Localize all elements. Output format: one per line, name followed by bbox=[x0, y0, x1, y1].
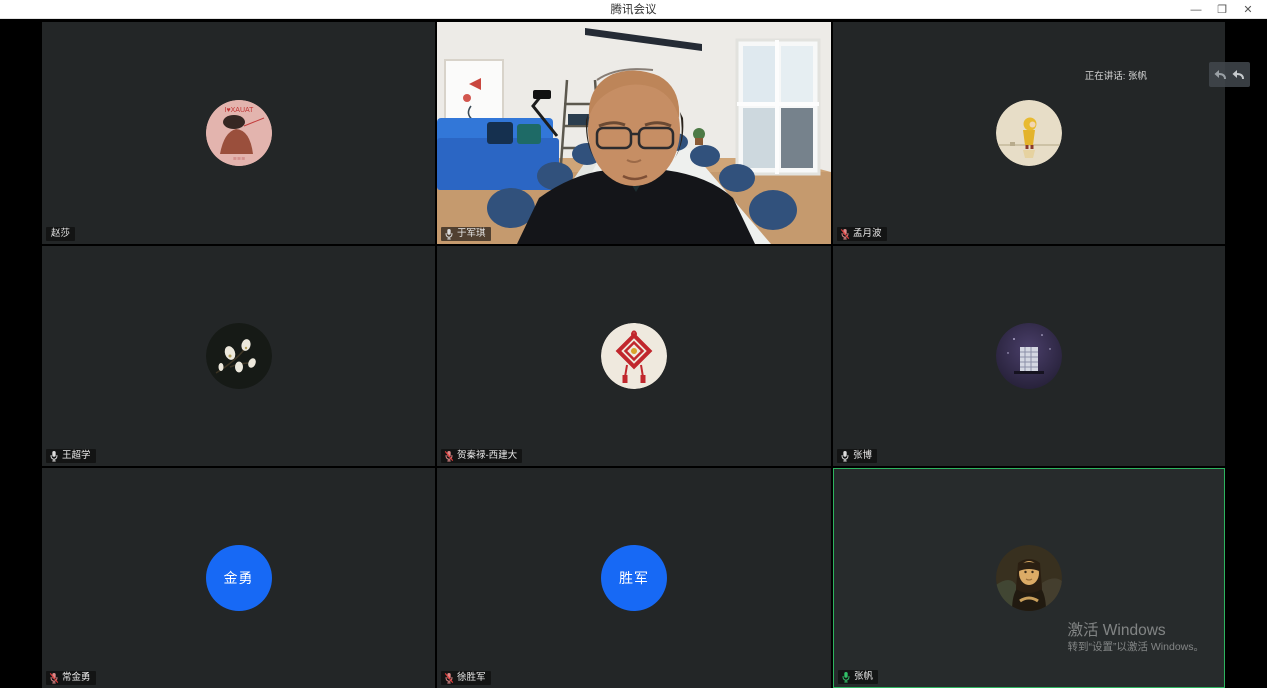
avatar bbox=[996, 100, 1062, 166]
mic-on-icon bbox=[840, 450, 850, 462]
participant-name: 孟月波 bbox=[853, 227, 882, 241]
speaking-indicator: 正在讲话: 张帆 bbox=[1085, 68, 1147, 82]
svg-text:≋≋≋: ≋≋≋ bbox=[232, 156, 245, 162]
mic-on-icon bbox=[444, 228, 454, 240]
participant-tile-xushengjun[interactable]: 胜军 徐胜军 bbox=[437, 468, 831, 688]
svg-text:I♥XAUAT: I♥XAUAT bbox=[224, 107, 254, 114]
participant-tile-zhangbo[interactable]: 张博 bbox=[833, 246, 1225, 466]
participant-name-label: 贺秦禄-西建大 bbox=[441, 449, 522, 463]
maximize-button[interactable]: ❐ bbox=[1209, 0, 1235, 19]
mic-muted-icon bbox=[840, 228, 850, 240]
mic-muted-icon bbox=[444, 450, 454, 462]
participant-grid: I♥XAUAT ≋≋≋ 赵莎 bbox=[42, 22, 1225, 688]
participant-name: 徐胜军 bbox=[457, 671, 486, 685]
participant-name-label: 孟月波 bbox=[837, 227, 887, 241]
avatar bbox=[996, 323, 1062, 389]
participant-name-label: 张博 bbox=[837, 449, 877, 463]
participant-name: 常金勇 bbox=[62, 671, 91, 685]
participant-name: 张帆 bbox=[854, 670, 873, 684]
minimize-button[interactable]: — bbox=[1183, 0, 1209, 19]
initials-avatar: 金勇 bbox=[206, 545, 272, 611]
participant-tile-wangchaoxue[interactable]: 王超学 bbox=[42, 246, 435, 466]
meeting-stage: I♥XAUAT ≋≋≋ 赵莎 bbox=[0, 19, 1267, 688]
mic-muted-icon bbox=[444, 672, 454, 684]
participant-name: 赵莎 bbox=[51, 227, 70, 241]
close-button[interactable]: ✕ bbox=[1235, 0, 1261, 19]
window-title: 腾讯会议 bbox=[611, 1, 657, 17]
avatar bbox=[996, 545, 1062, 611]
activate-windows-watermark: 激活 Windows 转到“设置”以激活 Windows。 bbox=[1067, 621, 1204, 655]
watermark-line1: 激活 Windows bbox=[1067, 621, 1204, 640]
participant-name: 张博 bbox=[853, 449, 872, 463]
mic-on-icon bbox=[49, 450, 59, 462]
participant-name: 王超学 bbox=[62, 449, 91, 463]
window-controls: — ❐ ✕ bbox=[1183, 0, 1261, 19]
participant-name-label: 徐胜军 bbox=[441, 671, 491, 685]
curved-arrow-reply-icon bbox=[1231, 68, 1247, 82]
avatar: 金勇 bbox=[206, 545, 272, 611]
participant-tile-heqinlu[interactable]: 贺秦禄-西建大 bbox=[437, 246, 831, 466]
window-titlebar: 腾讯会议 — ❐ ✕ bbox=[0, 0, 1267, 19]
avatar: 胜军 bbox=[601, 545, 667, 611]
participant-name-label: 于军琪 bbox=[441, 227, 491, 241]
participant-name-label: 赵莎 bbox=[46, 227, 75, 241]
participant-name-label: 王超学 bbox=[46, 449, 96, 463]
participant-tile-zhangfan-active-speaker[interactable]: 张帆 激活 Windows 转到“设置”以激活 Windows。 bbox=[833, 468, 1225, 688]
mic-muted-icon bbox=[49, 672, 59, 684]
avatar: I♥XAUAT ≋≋≋ bbox=[206, 100, 272, 166]
participant-tile-zhaosha[interactable]: I♥XAUAT ≋≋≋ 赵莎 bbox=[42, 22, 435, 244]
participant-tile-yujunqi[interactable]: 于军琪 bbox=[437, 22, 831, 244]
watermark-line2: 转到“设置”以激活 Windows。 bbox=[1067, 640, 1204, 655]
participant-name: 贺秦禄-西建大 bbox=[457, 449, 517, 463]
avatar bbox=[206, 323, 272, 389]
mic-speaking-icon bbox=[841, 671, 851, 683]
participant-name-label: 张帆 bbox=[838, 670, 878, 684]
participant-tile-changjinyong[interactable]: 金勇 常金勇 bbox=[42, 468, 435, 688]
participant-name-label: 常金勇 bbox=[46, 671, 96, 685]
participant-tile-mengyuebo[interactable]: 孟月波 bbox=[833, 22, 1225, 244]
live-video-feed bbox=[437, 22, 831, 244]
view-toggle-button[interactable] bbox=[1209, 62, 1250, 87]
avatar bbox=[601, 323, 667, 389]
curved-arrow-back-icon bbox=[1213, 68, 1229, 82]
initials-avatar: 胜军 bbox=[601, 545, 667, 611]
participant-name: 于军琪 bbox=[457, 227, 486, 241]
